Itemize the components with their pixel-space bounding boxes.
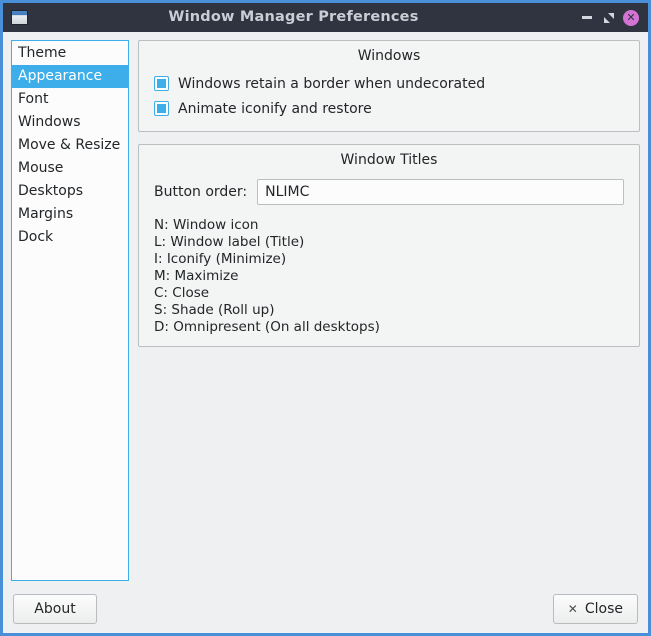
- legend-line-l: L: Window label (Title): [154, 234, 624, 251]
- retain-border-checkbox[interactable]: [154, 76, 169, 91]
- close-icon: ✕: [623, 10, 639, 26]
- button-order-input[interactable]: [257, 179, 624, 205]
- about-button-label: About: [34, 601, 75, 617]
- sidebar-item-windows[interactable]: Windows: [12, 111, 128, 134]
- close-button[interactable]: ✕: [620, 7, 642, 29]
- legend-line-c: C: Close: [154, 285, 624, 302]
- title-bar[interactable]: Window Manager Preferences ✕: [3, 0, 648, 32]
- minimize-button[interactable]: [576, 7, 598, 29]
- animate-iconify-label: Animate iconify and restore: [178, 101, 372, 117]
- legend-line-d: D: Omnipresent (On all desktops): [154, 319, 624, 336]
- windows-groupbox-title: Windows: [149, 47, 629, 65]
- option-retain-border-row[interactable]: Windows retain a border when undecorated: [149, 71, 629, 96]
- settings-pane: Windows Windows retain a border when und…: [138, 40, 640, 585]
- application-window: Window Manager Preferences ✕ Theme Appea…: [0, 0, 651, 636]
- legend-line-i: I: Iconify (Minimize): [154, 251, 624, 268]
- close-dialog-button[interactable]: ✕ Close: [553, 594, 638, 624]
- legend-line-m: M: Maximize: [154, 268, 624, 285]
- checkbox-checked-icon: [157, 104, 166, 113]
- dialog-body: Theme Appearance Font Windows Move & Res…: [3, 32, 648, 633]
- dialog-button-bar: About ✕ Close: [3, 585, 648, 633]
- sidebar-item-margins[interactable]: Margins: [12, 203, 128, 226]
- sidebar-item-appearance[interactable]: Appearance: [12, 65, 128, 88]
- option-animate-iconify-row[interactable]: Animate iconify and restore: [149, 96, 629, 121]
- content-area: Theme Appearance Font Windows Move & Res…: [3, 32, 648, 585]
- sidebar-item-dock[interactable]: Dock: [12, 226, 128, 249]
- sidebar-item-mouse[interactable]: Mouse: [12, 157, 128, 180]
- sidebar-item-desktops[interactable]: Desktops: [12, 180, 128, 203]
- legend-line-n: N: Window icon: [154, 217, 624, 234]
- maximize-button[interactable]: [598, 7, 620, 29]
- checkbox-checked-icon: [157, 79, 166, 88]
- close-button-label: Close: [585, 601, 623, 617]
- button-order-label: Button order:: [154, 184, 247, 200]
- category-list[interactable]: Theme Appearance Font Windows Move & Res…: [11, 40, 129, 581]
- about-button[interactable]: About: [13, 594, 97, 624]
- minimize-icon: [582, 16, 592, 19]
- sidebar-item-theme[interactable]: Theme: [12, 42, 128, 65]
- windows-groupbox: Windows Windows retain a border when und…: [138, 40, 640, 132]
- window-titles-groupbox-title: Window Titles: [149, 151, 629, 169]
- window-titles-groupbox: Window Titles Button order: N: Window ic…: [138, 144, 640, 347]
- close-x-icon: ✕: [568, 602, 578, 616]
- maximize-icon: [603, 12, 615, 24]
- button-order-legend: N: Window icon L: Window label (Title) I…: [149, 205, 629, 336]
- button-order-row: Button order:: [149, 175, 629, 205]
- sidebar-item-font[interactable]: Font: [12, 88, 128, 111]
- retain-border-label: Windows retain a border when undecorated: [178, 76, 485, 92]
- legend-line-s: S: Shade (Roll up): [154, 302, 624, 319]
- sidebar-item-move-resize[interactable]: Move & Resize: [12, 134, 128, 157]
- window-title: Window Manager Preferences: [11, 3, 576, 32]
- animate-iconify-checkbox[interactable]: [154, 101, 169, 116]
